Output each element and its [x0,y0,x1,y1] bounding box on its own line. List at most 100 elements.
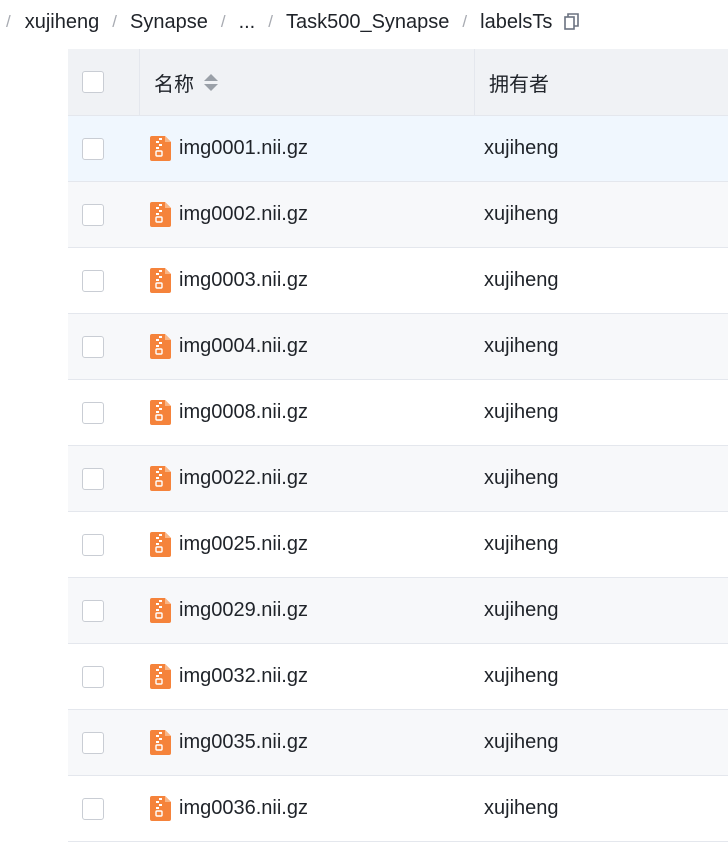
owner-cell: xujiheng [475,314,728,379]
zip-file-icon [150,202,171,227]
owner-cell: xujiheng [475,776,728,841]
file-name-cell: img0001.nii.gz [140,116,475,181]
zip-file-icon [150,598,171,623]
zip-file-icon [150,532,171,557]
file-name-link[interactable]: img0035.nii.gz [179,731,308,754]
row-checkbox[interactable] [82,533,104,556]
zip-file-icon [150,334,171,359]
column-name-label: 名称 [154,73,194,96]
breadcrumb-separator: / [112,12,117,31]
row-checkbox-cell [68,578,140,643]
file-name-link[interactable]: img0022.nii.gz [179,467,308,490]
owner-name: xujiheng [484,599,559,621]
file-name-cell: img0032.nii.gz [140,644,475,709]
zip-file-icon [150,268,171,293]
owner-name: xujiheng [484,467,559,489]
row-checkbox-cell [68,116,140,181]
row-checkbox[interactable] [82,599,104,622]
breadcrumb-separator: / [268,12,273,31]
owner-name: xujiheng [484,797,559,819]
column-header-owner: 拥有者 [475,49,728,115]
file-name-link[interactable]: img0025.nii.gz [179,533,308,556]
file-name-link[interactable]: img0004.nii.gz [179,335,308,358]
breadcrumb-separator: / [6,12,11,31]
breadcrumb-item-current: labelsTs [480,10,553,33]
breadcrumb-item-xujiheng[interactable]: xujiheng [25,11,100,34]
owner-cell: xujiheng [475,248,728,313]
row-checkbox[interactable] [82,665,104,688]
file-name-link[interactable]: img0001.nii.gz [179,137,308,160]
select-all-checkbox[interactable] [82,71,104,93]
breadcrumb: / xujiheng / Synapse / ... / Task500_Syn… [0,0,728,44]
zip-file-icon [150,730,171,755]
row-checkbox-cell [68,380,140,445]
file-table: 名称 拥有者 img0001.nii.gz xujiheng img0002.n… [68,49,728,842]
column-header-name[interactable]: 名称 [140,49,475,115]
row-checkbox-cell [68,710,140,775]
file-name-cell: img0002.nii.gz [140,182,475,247]
file-name-link[interactable]: img0002.nii.gz [179,203,308,226]
file-name-link[interactable]: img0029.nii.gz [179,599,308,622]
table-row[interactable]: img0001.nii.gz xujiheng [68,116,728,182]
row-checkbox-cell [68,644,140,709]
row-checkbox[interactable] [82,467,104,490]
table-row[interactable]: img0032.nii.gz xujiheng [68,644,728,710]
file-name-cell: img0008.nii.gz [140,380,475,445]
copy-icon[interactable] [564,13,580,31]
table-row[interactable]: img0036.nii.gz xujiheng [68,776,728,842]
owner-cell: xujiheng [475,644,728,709]
row-checkbox-cell [68,446,140,511]
row-checkbox-cell [68,314,140,379]
table-row[interactable]: img0035.nii.gz xujiheng [68,710,728,776]
row-checkbox[interactable] [82,137,104,160]
owner-name: xujiheng [484,137,559,159]
breadcrumb-separator: / [462,12,468,31]
row-checkbox-cell [68,248,140,313]
owner-cell: xujiheng [475,116,728,181]
sort-icon[interactable] [204,73,218,91]
row-checkbox[interactable] [82,269,104,292]
table-row[interactable]: img0008.nii.gz xujiheng [68,380,728,446]
column-owner-label: 拥有者 [489,73,549,96]
owner-cell: xujiheng [475,578,728,643]
owner-name: xujiheng [484,335,559,357]
row-checkbox[interactable] [82,335,104,358]
file-name-cell: img0025.nii.gz [140,512,475,577]
row-checkbox[interactable] [82,797,104,820]
table-row[interactable]: img0002.nii.gz xujiheng [68,182,728,248]
owner-name: xujiheng [484,401,559,423]
owner-name: xujiheng [484,533,559,555]
owner-cell: xujiheng [475,710,728,775]
file-name-link[interactable]: img0003.nii.gz [179,269,308,292]
table-row[interactable]: img0004.nii.gz xujiheng [68,314,728,380]
owner-name: xujiheng [484,269,559,291]
file-name-cell: img0036.nii.gz [140,776,475,841]
file-name-cell: img0022.nii.gz [140,446,475,511]
breadcrumb-item-task500-synapse[interactable]: Task500_Synapse [286,11,449,34]
row-checkbox-cell [68,182,140,247]
owner-name: xujiheng [484,731,559,753]
file-name-link[interactable]: img0036.nii.gz [179,797,308,820]
header-checkbox-cell [68,49,140,115]
owner-name: xujiheng [484,203,559,225]
table-row[interactable]: img0025.nii.gz xujiheng [68,512,728,578]
owner-cell: xujiheng [475,380,728,445]
zip-file-icon [150,136,171,161]
owner-cell: xujiheng [475,512,728,577]
zip-file-icon [150,466,171,491]
table-row[interactable]: img0029.nii.gz xujiheng [68,578,728,644]
row-checkbox[interactable] [82,401,104,424]
row-checkbox[interactable] [82,731,104,754]
breadcrumb-item-synapse[interactable]: Synapse [130,11,208,34]
zip-file-icon [150,400,171,425]
row-checkbox[interactable] [82,203,104,226]
zip-file-icon [150,664,171,689]
table-row[interactable]: img0003.nii.gz xujiheng [68,248,728,314]
owner-name: xujiheng [484,665,559,687]
file-name-link[interactable]: img0032.nii.gz [179,665,308,688]
table-row[interactable]: img0022.nii.gz xujiheng [68,446,728,512]
file-name-link[interactable]: img0008.nii.gz [179,401,308,424]
breadcrumb-separator: / [220,12,226,31]
breadcrumb-item-ellipsis[interactable]: ... [239,11,256,34]
row-checkbox-cell [68,512,140,577]
